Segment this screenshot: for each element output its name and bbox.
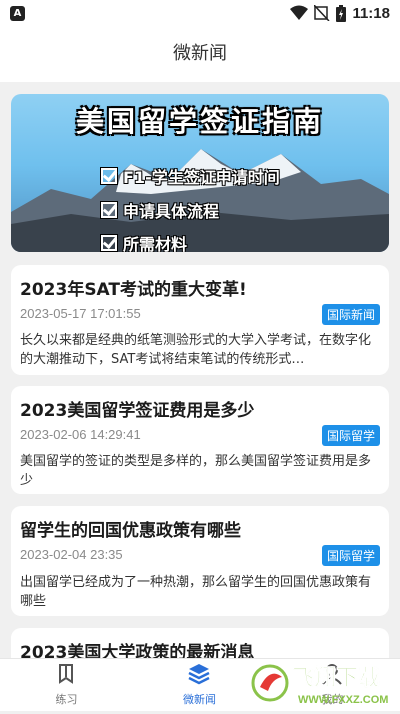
nav-item-practice[interactable]: 练习 (0, 659, 133, 711)
layers-icon (188, 664, 210, 685)
news-time: 2023-05-17 17:01:55 (20, 306, 141, 321)
banner-item-label: 申请具体流程 (123, 202, 220, 221)
banner-item-label: F1-学生签证申请时间 (123, 168, 280, 187)
checkbox-icon (101, 168, 117, 184)
watermark-logo: 飞翔下载 WWW.FXXZ.COM (251, 664, 388, 706)
app-bar: 微新闻 (0, 26, 400, 82)
banner-item: 所需材料 (101, 231, 187, 252)
news-title: 留学生的回国优惠政策有哪些 (20, 521, 241, 541)
status-icons: 11:18 (290, 4, 390, 22)
news-summary: 出国留学已经成为了一种热潮，那么留学生的回国优惠政策有哪些 (20, 575, 372, 609)
news-summary: 美国留学的签证的类型是多样的，那么美国留学签证费用是多少 (20, 454, 372, 488)
watermark-text: 飞翔下载 (292, 665, 380, 691)
news-card[interactable]: 留学生的回国优惠政策有哪些 2023-02-04 23:35 国际留学 出国留学… (11, 506, 389, 616)
news-card[interactable]: 2023年SAT考试的重大变革! 2023-05-17 17:01:55 国际新… (11, 265, 389, 375)
nav-label: 微新闻 (183, 693, 216, 706)
watermark-url: WWW.FXXZ.COM (298, 694, 388, 706)
news-summary: 长久以来都是经典的纸笔测验形式的大学入学考试，在数字化的大潮推动下，SAT考试将… (20, 333, 372, 367)
news-title: 2023美国留学签证费用是多少 (20, 401, 255, 421)
status-time: 11:18 (352, 4, 390, 22)
checkbox-icon (101, 202, 117, 218)
news-title: 2023年SAT考试的重大变革! (20, 280, 247, 300)
news-tag-badge: 国际留学 (321, 545, 380, 566)
promo-banner[interactable]: 美国留学签证指南 F1-学生签证申请时间 申请具体流程 所需材料 (11, 94, 389, 252)
nav-item-news[interactable]: 微新闻 (133, 659, 266, 711)
news-time: 2023-02-06 14:29:41 (20, 427, 141, 442)
page-title: 微新闻 (173, 43, 227, 64)
news-tag-badge: 国际新闻 (321, 304, 380, 325)
news-time: 2023-02-04 23:35 (20, 547, 123, 562)
book-icon (59, 664, 73, 684)
wifi-icon (290, 5, 309, 20)
nav-label: 练习 (55, 693, 78, 706)
news-card[interactable]: 2023美国留学签证费用是多少 2023-02-06 14:29:41 国际留学… (11, 386, 389, 494)
battery-charging-icon (336, 4, 347, 22)
app-notification-icon: A (10, 6, 25, 21)
banner-title: 美国留学签证指南 (75, 105, 324, 138)
checkbox-icon (101, 235, 117, 251)
banner-item: F1-学生签证申请时间 (101, 164, 280, 188)
banner-item: 申请具体流程 (101, 198, 219, 222)
news-tag-badge: 国际留学 (321, 425, 380, 446)
site-watermark: 飞翔下载 WWW.FXXZ.COM (250, 657, 400, 710)
banner-item-label: 所需材料 (123, 235, 188, 252)
status-bar: A 11:18 (0, 0, 400, 26)
no-signal-icon (314, 5, 331, 21)
